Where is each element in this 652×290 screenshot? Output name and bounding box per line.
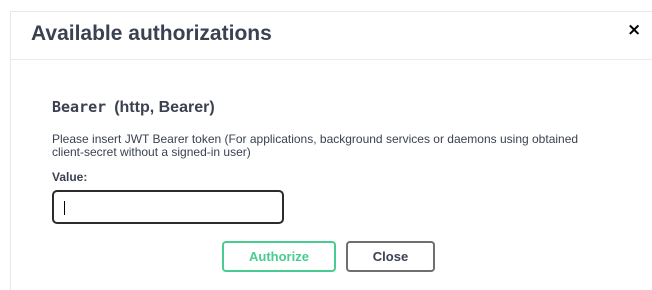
modal-title: Available authorizations	[31, 22, 272, 45]
bearer-token-input[interactable]	[52, 190, 284, 224]
scheme-description: Please insert JWT Bearer token (For appl…	[52, 132, 579, 159]
close-icon[interactable]: ×	[627, 22, 641, 39]
authorization-modal: Available authorizations Bearer (http, Be…	[10, 11, 652, 290]
scheme-type: (http, Bearer)	[114, 99, 215, 116]
text-cursor	[64, 201, 65, 215]
value-label: Value:	[52, 170, 88, 184]
authorize-button[interactable]: Authorize	[222, 241, 336, 272]
modal-header: Available authorizations	[11, 12, 652, 60]
close-button[interactable]: Close	[346, 241, 435, 272]
scheme-title: Bearer (http, Bearer)	[52, 98, 215, 117]
scheme-name: Bearer	[52, 98, 107, 116]
